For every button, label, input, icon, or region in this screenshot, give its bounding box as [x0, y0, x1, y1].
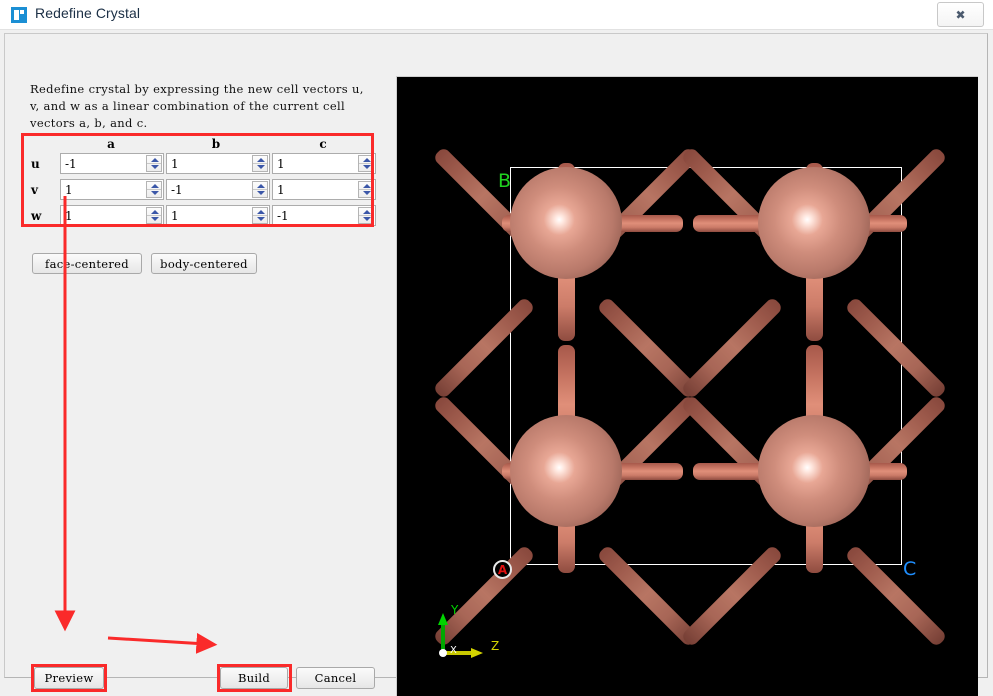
- app-icon: [11, 7, 27, 23]
- crystal-scene: B C A Y Z X: [397, 77, 978, 696]
- crystal-viewport[interactable]: B C A Y Z X: [396, 76, 978, 696]
- spinner-u-c[interactable]: 1: [272, 153, 376, 174]
- spinner-w-b[interactable]: 1: [166, 205, 270, 226]
- spinner-w-c[interactable]: -1: [272, 205, 376, 226]
- spinner-v-c[interactable]: 1: [272, 179, 376, 200]
- gizmo-label-x: X: [450, 645, 457, 656]
- spinner-u-c-buttons[interactable]: [358, 155, 374, 172]
- spinner-w-b-buttons[interactable]: [252, 207, 268, 224]
- spinner-v-b[interactable]: -1: [166, 179, 270, 200]
- gizmo-label-z: Z: [491, 639, 500, 653]
- spinner-v-a-value: 1: [65, 183, 73, 197]
- row-label-w: w: [31, 209, 42, 223]
- spinner-u-b[interactable]: 1: [166, 153, 270, 174]
- build-button[interactable]: Build: [220, 667, 288, 689]
- spinner-v-b-buttons[interactable]: [252, 181, 268, 198]
- column-header-a: a: [107, 137, 115, 151]
- description-text: Redefine crystal by expressing the new c…: [30, 82, 364, 130]
- body-centered-button[interactable]: body-centered: [151, 253, 257, 274]
- cancel-button[interactable]: Cancel: [296, 667, 375, 689]
- spinner-v-b-value: -1: [171, 183, 183, 197]
- axis-label-c: C: [903, 558, 917, 580]
- spinner-v-c-buttons[interactable]: [358, 181, 374, 198]
- spinner-w-b-value: 1: [171, 209, 179, 223]
- row-label-u: u: [31, 157, 40, 171]
- atom-sphere: [510, 167, 622, 279]
- face-centered-button[interactable]: face-centered: [32, 253, 142, 274]
- axis-label-b: B: [498, 170, 512, 192]
- spinner-u-c-value: 1: [277, 157, 285, 171]
- column-header-c: c: [319, 137, 327, 151]
- row-label-v: v: [31, 183, 38, 197]
- spinner-v-a-buttons[interactable]: [146, 181, 162, 198]
- atom-sphere: [758, 415, 870, 527]
- spinner-v-c-value: 1: [277, 183, 285, 197]
- title-bar: Redefine Crystal ✖: [0, 0, 993, 30]
- gizmo-label-y: Y: [451, 603, 459, 617]
- column-header-b: b: [211, 137, 221, 151]
- cell-vector-matrix: a b c u v w -1 1 1 1 -1 1 1 1 -1: [23, 135, 376, 226]
- spinner-u-a-buttons[interactable]: [146, 155, 162, 172]
- spinner-w-a-buttons[interactable]: [146, 207, 162, 224]
- atom-sphere: [510, 415, 622, 527]
- preview-button[interactable]: Preview: [34, 667, 104, 689]
- spinner-w-a-value: 1: [65, 209, 73, 223]
- axes-gizmo-svg: [438, 613, 483, 658]
- spinner-w-c-value: -1: [277, 209, 289, 223]
- spinner-w-c-buttons[interactable]: [358, 207, 374, 224]
- axis-label-a-origin: A: [493, 560, 512, 579]
- window-title: Redefine Crystal: [35, 5, 141, 21]
- spinner-u-b-buttons[interactable]: [252, 155, 268, 172]
- atom-sphere: [758, 167, 870, 279]
- spinner-v-a[interactable]: 1: [60, 179, 164, 200]
- axes-gizmo: Y Z X: [437, 603, 507, 667]
- dialog-frame: Redefine crystal by expressing the new c…: [4, 33, 988, 696]
- spinner-w-a[interactable]: 1: [60, 205, 164, 226]
- spinner-u-b-value: 1: [171, 157, 179, 171]
- close-icon[interactable]: ✖: [937, 2, 984, 27]
- spinner-u-a-value: -1: [65, 157, 77, 171]
- settings-panel: Redefine crystal by expressing the new c…: [5, 34, 385, 692]
- spinner-u-a[interactable]: -1: [60, 153, 164, 174]
